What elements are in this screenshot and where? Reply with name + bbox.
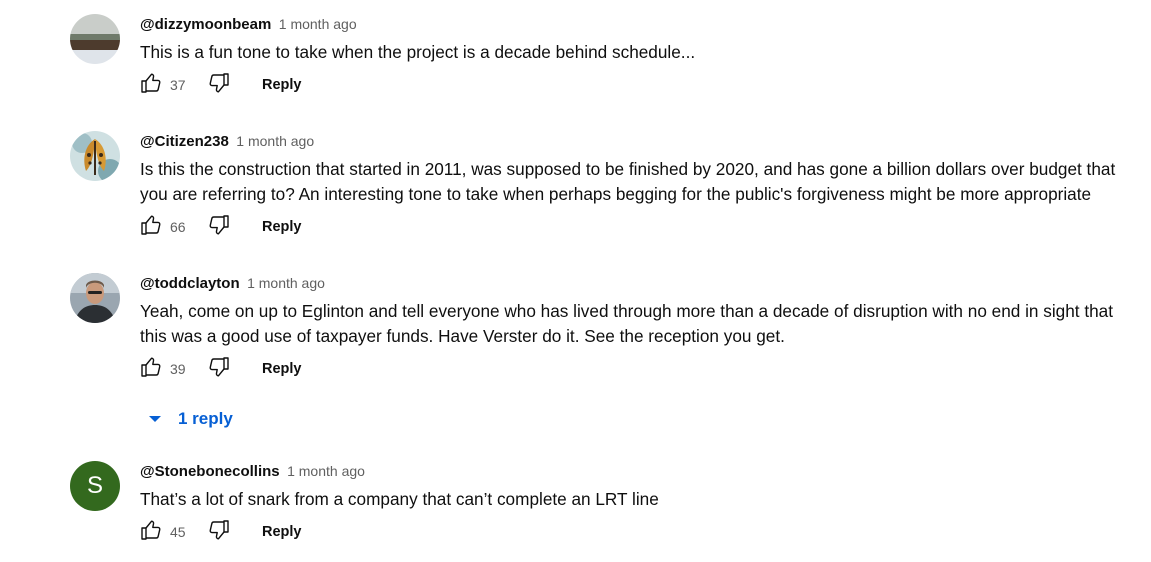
dislike-button[interactable] [202,354,236,384]
avatar[interactable] [70,14,120,64]
comment-timestamp[interactable]: 1 month ago [247,275,325,291]
comment-actions: 45 Reply [140,517,1141,547]
comment-actions: 37 Reply [140,70,1141,100]
comment-text: That’s a lot of snark from a company tha… [140,489,659,509]
thumbs-up-icon [139,71,163,100]
like-button[interactable] [134,354,168,384]
like-button[interactable] [134,517,168,547]
caret-down-icon [140,414,170,424]
reply-button[interactable]: Reply [256,212,308,242]
thumbs-down-icon [207,213,231,242]
like-count: 37 [170,77,186,93]
thumbs-up-icon [139,213,163,242]
thumbs-up-icon [139,355,163,384]
thumbs-down-icon [207,71,231,100]
comment-timestamp[interactable]: 1 month ago [236,133,314,149]
avatar[interactable]: S [70,461,120,511]
comment-actions: 39 Reply [140,354,1141,384]
dislike-button[interactable] [202,212,236,242]
avatar[interactable] [70,131,120,181]
like-button[interactable] [134,70,168,100]
comment-author[interactable]: @Citizen238 [140,133,229,150]
comment-author[interactable]: @toddclayton [140,275,240,292]
dislike-button[interactable] [202,517,236,547]
thumbs-down-icon [207,518,231,547]
avatar[interactable] [70,273,120,323]
comment-text: Yeah, come on up to Eglinton and tell ev… [140,301,1114,346]
thumbs-up-icon [139,518,163,547]
comment-text: Is this the construction that started in… [140,159,1116,204]
reply-button[interactable]: Reply [256,517,308,547]
avatar-letter: S [86,472,103,499]
comment-text: This is a fun tone to take when the proj… [140,42,696,62]
comment-author[interactable]: @dizzymoonbeam [140,16,271,33]
comment-author[interactable]: @Stonebonecollins [140,463,280,480]
like-count: 45 [170,524,186,540]
thumbs-down-icon [207,355,231,384]
like-count: 66 [170,219,186,235]
show-replies-button[interactable]: 1 reply [140,404,233,434]
dislike-button[interactable] [202,70,236,100]
comment-actions: 66 Reply [140,212,1141,242]
reply-button[interactable]: Reply [256,354,308,384]
reply-button[interactable]: Reply [256,70,308,100]
like-count: 39 [170,361,186,377]
comment-timestamp[interactable]: 1 month ago [287,463,365,479]
replies-count-label: 1 reply [178,409,233,428]
like-button[interactable] [134,212,168,242]
comment-timestamp[interactable]: 1 month ago [279,16,357,32]
